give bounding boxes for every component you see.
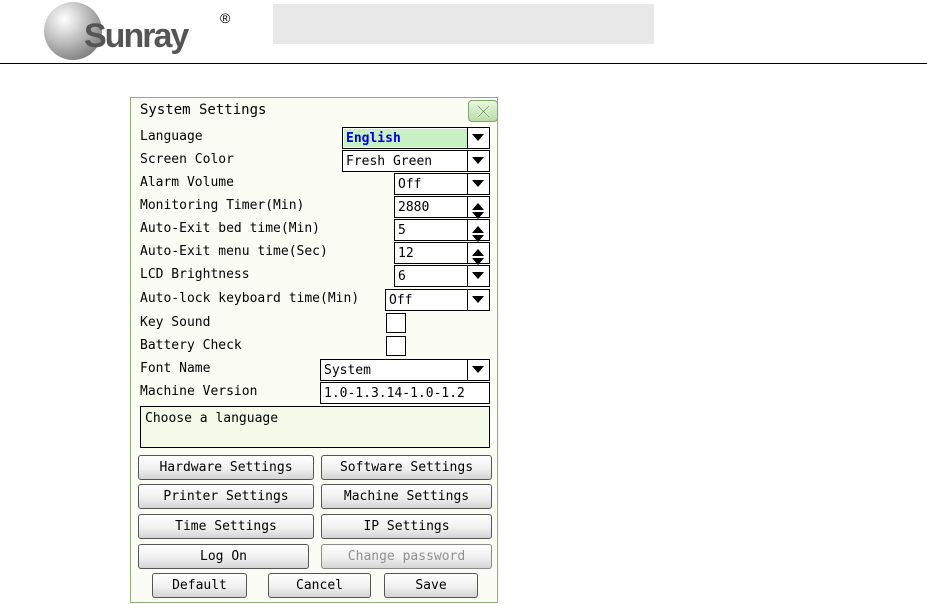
dropdown-arrow-icon[interactable] [467, 174, 489, 194]
default-button[interactable]: Default [152, 573, 247, 598]
key-sound-label: Key Sound [140, 315, 211, 330]
close-button[interactable] [468, 100, 498, 122]
machine-settings-button[interactable]: Machine Settings [321, 484, 492, 509]
alarm-volume-label: Alarm Volume [140, 175, 234, 190]
help-text-box: Choose a language [140, 406, 490, 448]
spinner-arrows-icon[interactable] [467, 197, 489, 219]
monitoring-timer-label: Monitoring Timer(Min) [140, 198, 305, 213]
monitoring-timer-spinner[interactable]: 2880 [394, 196, 490, 219]
lcd-brightness-value: 6 [398, 269, 406, 284]
auto-exit-menu-spinner[interactable]: 12 [394, 242, 490, 265]
screen-color-label: Screen Color [140, 152, 234, 167]
font-name-value: System [324, 363, 371, 378]
software-settings-button[interactable]: Software Settings [321, 455, 492, 480]
printer-settings-button[interactable]: Printer Settings [138, 484, 314, 509]
alarm-volume-select[interactable]: Off [394, 173, 490, 195]
dropdown-arrow-icon[interactable] [467, 360, 489, 380]
auto-lock-keyboard-select[interactable]: Off [385, 289, 490, 311]
battery-check-checkbox[interactable] [386, 336, 406, 356]
monitoring-timer-value: 2880 [398, 200, 430, 215]
log-on-button[interactable]: Log On [138, 544, 309, 569]
cancel-button[interactable]: Cancel [268, 573, 371, 598]
language-label: Language [140, 129, 203, 144]
change-password-button[interactable]: Change password [321, 544, 492, 569]
header-bar [273, 4, 654, 44]
auto-lock-keyboard-label: Auto-lock keyboard time(Min) [140, 291, 360, 306]
lcd-brightness-select[interactable]: 6 [394, 265, 490, 287]
system-settings-dialog: System Settings Language English Screen … [130, 97, 498, 603]
lcd-brightness-label: LCD Brightness [140, 267, 250, 282]
language-select[interactable]: English [342, 127, 490, 149]
close-icon [477, 105, 490, 118]
dropdown-arrow-icon[interactable] [467, 151, 489, 171]
machine-version-field: 1.0-1.3.14-1.0-1.2 [320, 382, 490, 404]
auto-exit-bed-value: 5 [398, 223, 406, 238]
sunray-logo: Sunray [44, 2, 204, 64]
battery-check-label: Battery Check [140, 338, 242, 353]
font-name-label: Font Name [140, 361, 211, 376]
auto-exit-menu-label: Auto-Exit menu time(Sec) [140, 244, 328, 259]
save-button[interactable]: Save [384, 573, 478, 598]
ip-settings-button[interactable]: IP Settings [321, 514, 492, 539]
time-settings-button[interactable]: Time Settings [138, 514, 314, 539]
registered-mark: ® [220, 10, 231, 26]
logo-text: Sunray [84, 17, 189, 55]
dialog-title: System Settings [140, 102, 267, 118]
language-value: English [346, 131, 401, 146]
auto-lock-keyboard-value: Off [389, 293, 413, 308]
help-text: Choose a language [145, 411, 279, 426]
screen-color-select[interactable]: Fresh Green [342, 150, 490, 172]
dropdown-arrow-icon[interactable] [467, 266, 489, 286]
spinner-arrows-icon[interactable] [467, 220, 489, 242]
hardware-settings-button[interactable]: Hardware Settings [138, 455, 314, 480]
auto-exit-bed-label: Auto-Exit bed time(Min) [140, 221, 321, 236]
dropdown-arrow-icon[interactable] [467, 290, 489, 310]
key-sound-checkbox[interactable] [386, 313, 406, 333]
auto-exit-bed-spinner[interactable]: 5 [394, 219, 490, 242]
font-name-select[interactable]: System [320, 359, 490, 381]
spinner-arrows-icon[interactable] [467, 243, 489, 265]
header-divider [0, 63, 927, 64]
machine-version-label: Machine Version [140, 384, 258, 399]
alarm-volume-value: Off [398, 177, 422, 192]
auto-exit-menu-value: 12 [398, 246, 414, 261]
dropdown-arrow-icon[interactable] [467, 128, 489, 148]
machine-version-value: 1.0-1.3.14-1.0-1.2 [324, 386, 465, 401]
screen-color-value: Fresh Green [346, 154, 433, 169]
